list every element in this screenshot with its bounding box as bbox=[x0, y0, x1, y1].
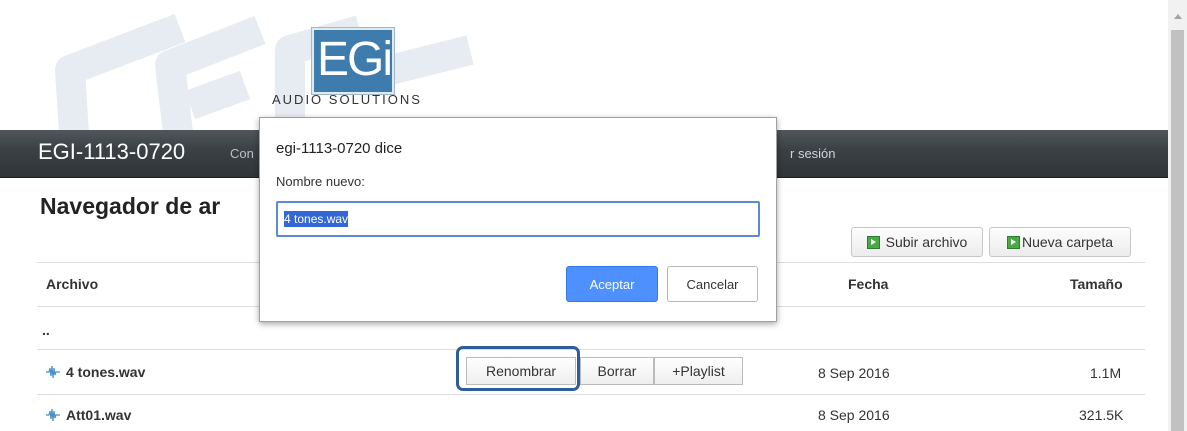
file-name-label: 4 tones.wav bbox=[66, 364, 146, 380]
egi-logo: EGi bbox=[312, 28, 394, 94]
upload-file-label: Subir archivo bbox=[885, 234, 968, 250]
nav-link-config[interactable]: Con bbox=[230, 146, 254, 161]
file-size: 1.1M bbox=[1090, 365, 1122, 381]
file-name-label: Att01.wav bbox=[66, 407, 132, 423]
new-folder-button[interactable]: Nueva carpeta bbox=[989, 227, 1131, 257]
delete-button[interactable]: Borrar bbox=[580, 357, 654, 385]
vertical-scrollbar[interactable] bbox=[1168, 0, 1187, 431]
column-header-date[interactable]: Fecha bbox=[848, 276, 888, 292]
logo-tagline: AUDIO SOLUTIONS bbox=[272, 92, 422, 107]
waveform-icon bbox=[46, 408, 60, 422]
rename-prompt-dialog: egi-1113-0720 dice Nombre nuevo: 4 tones… bbox=[259, 117, 777, 322]
parent-directory-link[interactable]: .. bbox=[42, 322, 50, 338]
new-name-input[interactable]: 4 tones.wav bbox=[276, 201, 760, 237]
add-to-playlist-button[interactable]: +Playlist bbox=[654, 357, 743, 385]
play-icon bbox=[1006, 235, 1020, 249]
page-title: Navegador de ar bbox=[40, 193, 221, 219]
rename-button[interactable]: Renombrar bbox=[466, 357, 576, 385]
page: EGi AUDIO SOLUTIONS EGI-1113-0720 Con r … bbox=[0, 0, 1168, 431]
dialog-title: egi-1113-0720 dice bbox=[276, 140, 403, 157]
table-row-file-name[interactable]: 4 tones.wav bbox=[46, 364, 145, 380]
row-divider bbox=[37, 394, 1145, 395]
accept-button[interactable]: Aceptar bbox=[566, 266, 658, 302]
scrollbar-thumb[interactable] bbox=[1171, 30, 1184, 431]
upload-file-button[interactable]: Subir archivo bbox=[851, 227, 983, 257]
file-size: 321.5K bbox=[1079, 407, 1124, 423]
row-divider bbox=[37, 349, 1145, 350]
waveform-icon bbox=[46, 365, 60, 379]
play-icon bbox=[866, 235, 880, 249]
file-date: 8 Sep 2016 bbox=[818, 407, 890, 423]
table-row-file-name[interactable]: Att01.wav bbox=[46, 407, 131, 423]
dialog-label: Nombre nuevo: bbox=[276, 174, 365, 189]
file-date: 8 Sep 2016 bbox=[818, 365, 890, 381]
new-folder-label: Nueva carpeta bbox=[1021, 234, 1114, 250]
scroll-up-arrow-icon[interactable] bbox=[1174, 14, 1182, 19]
nav-link-logout[interactable]: r sesión bbox=[790, 146, 836, 161]
cancel-button[interactable]: Cancelar bbox=[667, 266, 758, 302]
column-header-file[interactable]: Archivo bbox=[46, 276, 98, 292]
device-name[interactable]: EGI-1113-0720 bbox=[38, 139, 185, 165]
column-header-size[interactable]: Tamaño bbox=[1070, 276, 1123, 292]
input-selected-text: 4 tones.wav bbox=[284, 211, 349, 227]
logo-text: EGi bbox=[317, 33, 393, 86]
